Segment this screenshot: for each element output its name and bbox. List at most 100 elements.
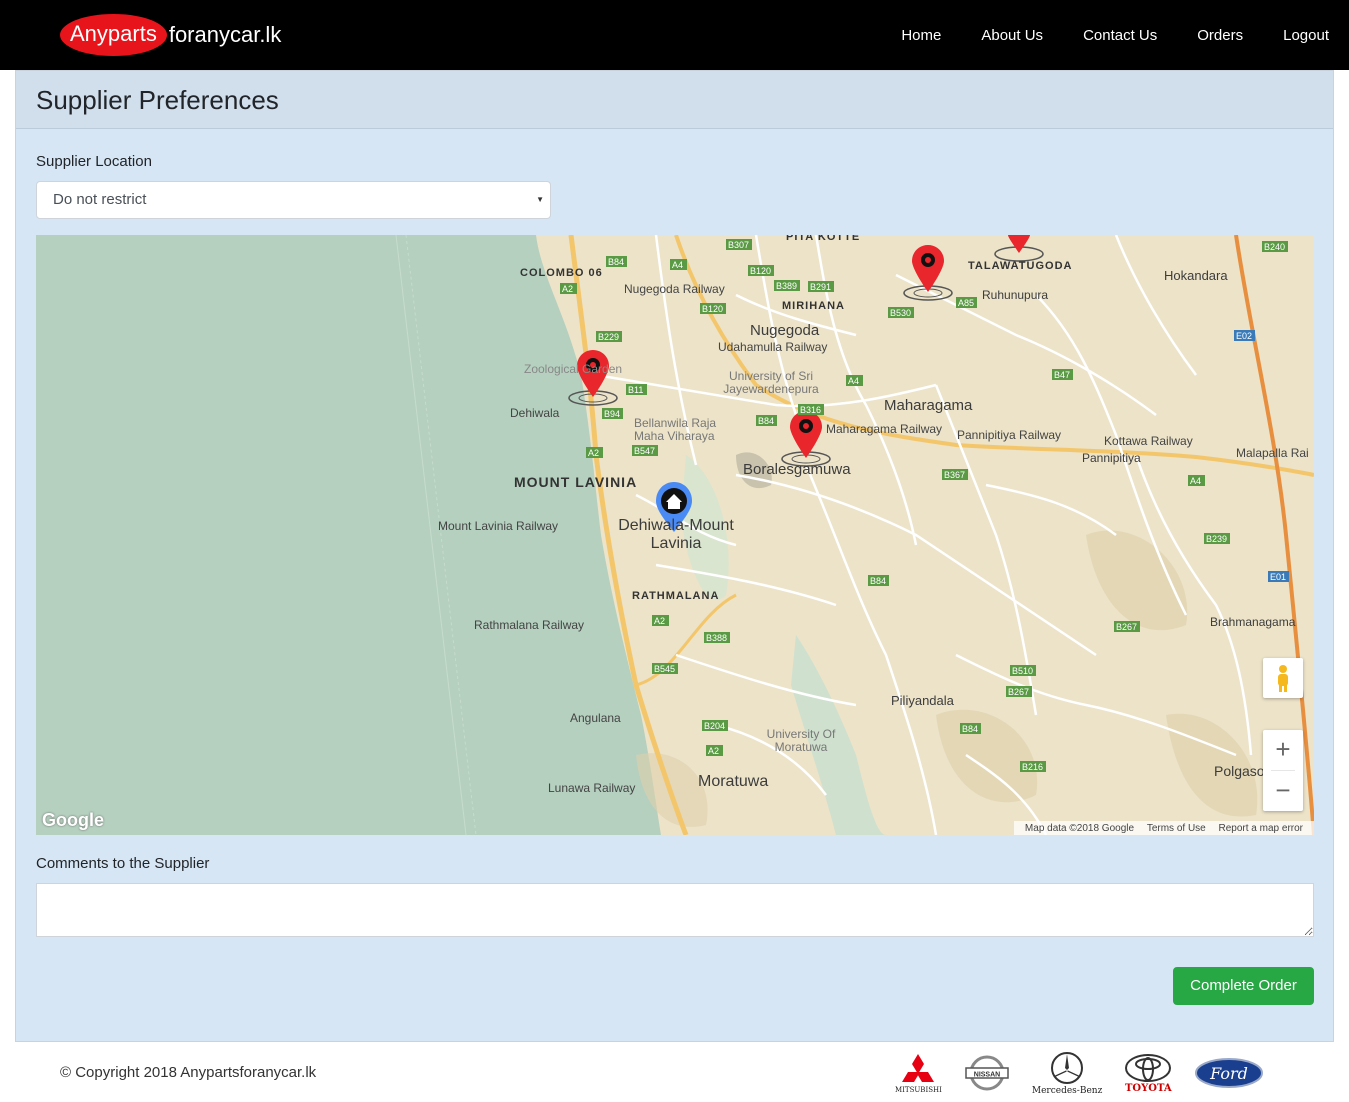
supplier-map[interactable]: B307 B84 A4 B120 B389 B291 A2 B120 B530 … (36, 235, 1314, 835)
map-place-malapalla-railway: Malapalla Rai (1236, 446, 1309, 460)
footer: © Copyright 2018 Anypartsforanycar.lk MI… (0, 1042, 1349, 1102)
page-title: Supplier Preferences (36, 85, 279, 115)
svg-text:B120: B120 (750, 266, 771, 276)
card-header: Supplier Preferences (16, 71, 1333, 129)
comments-label: Comments to the Supplier (36, 855, 210, 872)
map-label-colombo: COLOMBO 06 (520, 267, 603, 279)
map-label-mirihana: MIRIHANA (782, 300, 845, 312)
ford-caption: Ford (1209, 1064, 1248, 1083)
map-place-university-moratuwa: University Of Moratuwa (766, 727, 836, 754)
complete-order-button[interactable]: Complete Order (1173, 967, 1314, 1005)
svg-text:B120: B120 (702, 304, 723, 314)
map-town-pannipitiya: Pannipitiya (1082, 451, 1141, 465)
map-place-lunawa-railway: Lunawa Railway (548, 781, 636, 795)
svg-text:B316: B316 (800, 405, 821, 415)
map-place-university-sri-j: University of Sri Jayewardenepura (723, 369, 819, 396)
svg-text:A2: A2 (708, 746, 719, 756)
nav-home-link[interactable]: Home (901, 27, 941, 44)
svg-text:B94: B94 (604, 409, 620, 419)
svg-text:A4: A4 (848, 376, 859, 386)
mitsubishi-logo-icon: MITSUBISHI (895, 1052, 942, 1094)
svg-text:E01: E01 (1270, 572, 1286, 582)
comments-textarea[interactable] (36, 883, 1314, 937)
chevron-down-icon: ▼ (536, 195, 544, 204)
brand-highlight: Anyparts (60, 14, 167, 56)
map-place-mount-lavinia-railway: Mount Lavinia Railway (438, 519, 559, 533)
map-label-pita-kotte: PITA KOTTE (786, 235, 861, 243)
map-data-text: Map data ©2018 Google (1024, 823, 1135, 834)
brand-rest: foranycar.lk (168, 22, 282, 47)
map-town-dehiwala-mount-lavinia: Dehiwala-Mount Lavinia (618, 517, 734, 552)
map-place-maharagama-railway: Maharagama Railway (826, 422, 943, 436)
map-town-hokandara: Hokandara (1164, 268, 1228, 283)
report-map-error-link[interactable]: Report a map error (1219, 823, 1303, 834)
map-town-ruhunupura: Ruhunupura (982, 288, 1049, 302)
svg-text:A2: A2 (562, 284, 573, 294)
svg-text:B389: B389 (776, 281, 797, 291)
svg-text:B267: B267 (1008, 687, 1029, 697)
svg-text:B84: B84 (758, 416, 774, 426)
map-place-angulana: Angulana (570, 711, 621, 725)
supplier-location-label: Supplier Location (36, 153, 152, 170)
mercedes-logo-icon: Mercedes-Benz (1032, 1050, 1102, 1096)
svg-text:B545: B545 (654, 664, 675, 674)
brand-logos: MITSUBISHI NISSAN Mercedes-Benz TOYOTA F… (895, 1048, 1286, 1098)
map-label-talawatugoda: TALAWATUGODA (968, 260, 1073, 272)
zoom-in-button[interactable]: + (1263, 730, 1303, 770)
toyota-logo-icon: TOYOTA (1124, 1053, 1172, 1094)
supplier-location-select[interactable]: Do not restrict ▼ (36, 181, 551, 219)
mitsubishi-caption: MITSUBISHI (895, 1086, 942, 1094)
svg-text:B291: B291 (810, 282, 831, 292)
map-town-nugegoda: Nugegoda (750, 322, 820, 339)
map-town-brahmanagama: Brahmanagama (1210, 615, 1296, 629)
map-town-moratuwa: Moratuwa (698, 773, 769, 790)
svg-text:B510: B510 (1012, 666, 1033, 676)
map-place-kottawa-railway: Kottawa Railway (1104, 434, 1193, 448)
svg-text:B84: B84 (962, 724, 978, 734)
map-place-bellanwila: Bellanwila Raja Maha Viharaya (634, 416, 717, 443)
svg-text:A85: A85 (958, 298, 974, 308)
supplier-location-value: Do not restrict (53, 191, 147, 208)
ford-logo-icon: Ford (1194, 1057, 1264, 1089)
copyright-text: © Copyright 2018 Anypartsforanycar.lk (60, 1064, 317, 1081)
street-view-pegman-icon[interactable] (1263, 658, 1303, 698)
zoom-out-button[interactable]: − (1263, 771, 1303, 811)
svg-text:E02: E02 (1236, 331, 1252, 341)
map-zoom-controls: + − (1263, 730, 1303, 811)
nav-about-link[interactable]: About Us (981, 27, 1043, 44)
map-town-piliyandala: Piliyandala (891, 693, 954, 708)
map-label-mount-lavinia: MOUNT LAVINIA (514, 474, 638, 490)
svg-text:B239: B239 (1206, 534, 1227, 544)
svg-text:B11: B11 (628, 385, 643, 395)
mercedes-caption: Mercedes-Benz (1031, 1086, 1103, 1096)
svg-text:A4: A4 (672, 260, 683, 270)
nav-logout-link[interactable]: Logout (1283, 27, 1329, 44)
map-place-pannipitiya-railway: Pannipitiya Railway (957, 428, 1062, 442)
svg-text:B216: B216 (1022, 762, 1043, 772)
map-place-rathmalana-railway: Rathmalana Railway (474, 618, 585, 632)
svg-text:B204: B204 (704, 721, 725, 731)
terms-of-use-link[interactable]: Terms of Use (1147, 823, 1206, 834)
map-town-boralesgamuwa: Boralesgamuwa (743, 461, 851, 478)
nav-links: Home About Us Contact Us Orders Logout (881, 0, 1349, 70)
nav-orders-link[interactable]: Orders (1197, 27, 1243, 44)
map-town-maharagama: Maharagama (884, 397, 973, 414)
svg-text:B47: B47 (1054, 370, 1070, 380)
brand-logo[interactable]: Anyparts foranycar.lk (60, 12, 281, 58)
supplier-pin-4 (994, 235, 1044, 262)
supplier-preferences-card: Supplier Preferences Supplier Location D… (15, 70, 1334, 1042)
svg-text:B84: B84 (608, 257, 624, 267)
map-place-nugegoda-railway: Nugegoda Railway (624, 282, 725, 296)
svg-text:A2: A2 (654, 616, 665, 626)
google-logo: Google (42, 810, 104, 830)
svg-text:B229: B229 (598, 332, 619, 342)
svg-text:B388: B388 (706, 633, 727, 643)
nissan-logo-icon: NISSAN (964, 1053, 1010, 1093)
svg-text:B530: B530 (890, 308, 911, 318)
nav-contact-link[interactable]: Contact Us (1083, 27, 1157, 44)
svg-text:B84: B84 (870, 576, 886, 586)
svg-text:A2: A2 (588, 448, 599, 458)
nissan-caption: NISSAN (974, 1072, 1000, 1079)
map-label-rathmalana: RATHMALANA (632, 590, 720, 602)
toyota-caption: TOYOTA (1124, 1082, 1172, 1094)
